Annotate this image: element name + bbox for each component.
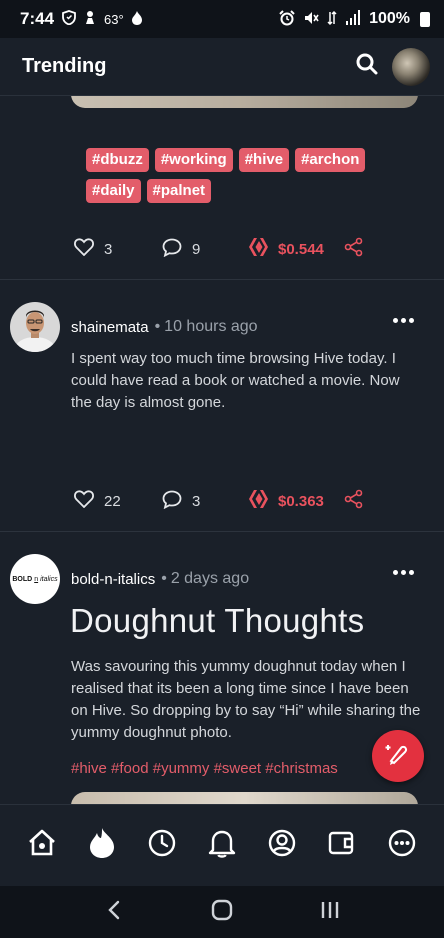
avatar-text-bold: BOLD [12,575,33,583]
status-temperature: 63° [104,11,124,27]
heart-icon [74,490,94,512]
wallet-icon [328,830,356,861]
weather-icon [84,10,96,28]
post-image[interactable] [71,792,418,804]
post-title: Doughnut Thoughts [70,602,365,639]
payout-button[interactable]: $0.363 [248,489,344,513]
back-icon [107,900,121,925]
bottom-nav [0,804,444,886]
app-header: Trending [0,38,444,96]
home-icon [27,829,57,862]
post-time: 10 hours ago [164,318,258,335]
post-header: shainemata • 10 hours ago [10,302,258,352]
system-nav-bar [0,886,444,938]
like-count: 22 [104,492,121,510]
payout-value: $0.363 [278,492,324,510]
tag[interactable]: #palnet [146,179,212,203]
shield-icon [62,10,76,28]
tag-list: #dbuzz #working #hive #archon #daily #pa… [86,148,406,203]
compose-button[interactable] [372,730,424,782]
status-bar: 7:44 63° 100% [0,0,444,38]
post-hashtags[interactable]: #hive #food #yummy #sweet #christmas [71,760,338,777]
back-button[interactable] [99,897,129,927]
tag[interactable]: #daily [86,179,141,203]
recents-button[interactable] [315,897,345,927]
bell-icon [208,828,236,863]
share-icon [344,489,364,513]
avatar-text-italics: italics [40,575,58,583]
recents-icon [320,900,340,925]
more-options-button[interactable] [393,570,414,575]
nav-home[interactable] [22,826,62,866]
feed: #dbuzz #working #hive #archon #daily #pa… [0,96,444,804]
flame-status-icon [131,10,142,28]
author-name[interactable]: bold-n-italics [71,571,155,588]
separator-dot: • [161,570,167,587]
nav-wallet[interactable] [322,826,362,866]
battery-percent: 100% [369,10,410,27]
data-icon [327,10,337,29]
hive-logo-icon [248,237,270,261]
tag[interactable]: #dbuzz [86,148,149,172]
comment-button[interactable]: 3 [162,490,248,513]
trending-flame-icon [90,828,114,863]
share-icon [344,237,364,261]
payout-button[interactable]: $0.544 [248,237,344,261]
home-system-button[interactable] [207,897,237,927]
share-button[interactable] [344,489,364,513]
like-button[interactable]: 22 [74,490,162,512]
hive-logo-icon [248,489,270,513]
battery-icon [420,11,430,27]
nav-notifications[interactable] [202,826,242,866]
post-actions: 3 9 $0.544 [74,237,364,261]
clock-icon [148,829,176,862]
share-button[interactable] [344,237,364,261]
post-header: BOLD n italics bold-n-italics • 2 days a… [10,554,249,604]
comment-count: 3 [192,492,201,510]
tag[interactable]: #hive [238,148,290,172]
comment-icon [162,490,182,513]
separator-dot: • [154,318,161,335]
alarm-icon [279,9,295,29]
status-time: 7:44 [20,9,55,28]
divider [0,531,444,532]
page-title: Trending [22,55,107,77]
avatar-text-n: n [34,575,39,583]
heart-icon [74,238,94,260]
signal-icon [345,10,361,28]
comment-icon [162,238,182,261]
author-avatar[interactable]: BOLD n italics [10,554,60,604]
compose-icon [385,741,411,772]
post-time: 2 days ago [170,570,250,587]
home-circle-icon [211,899,233,926]
post-actions: 22 3 $0.363 [74,489,364,513]
post-image[interactable] [71,96,418,108]
comment-count: 9 [192,240,201,258]
mute-icon [303,10,319,29]
more-options-button[interactable] [393,318,414,323]
more-icon [388,829,416,862]
user-avatar[interactable] [392,47,430,86]
post-body: Was savouring this yummy doughnut today … [71,658,421,741]
profile-icon [268,829,296,862]
like-count: 3 [104,240,113,258]
like-button[interactable]: 3 [74,238,162,260]
tag[interactable]: #working [154,148,233,172]
nav-trending[interactable] [82,826,122,866]
author-name[interactable]: shainemata [71,319,149,336]
nav-recent[interactable] [142,826,182,866]
nav-profile[interactable] [262,826,302,866]
author-avatar[interactable] [10,302,60,352]
nav-more[interactable] [382,826,422,866]
divider [0,279,444,280]
comment-button[interactable]: 9 [162,238,248,261]
search-icon[interactable] [356,53,378,80]
post-body: I spent way too much time browsing Hive … [71,350,400,411]
tag[interactable]: #archon [295,148,366,172]
payout-value: $0.544 [278,240,324,258]
